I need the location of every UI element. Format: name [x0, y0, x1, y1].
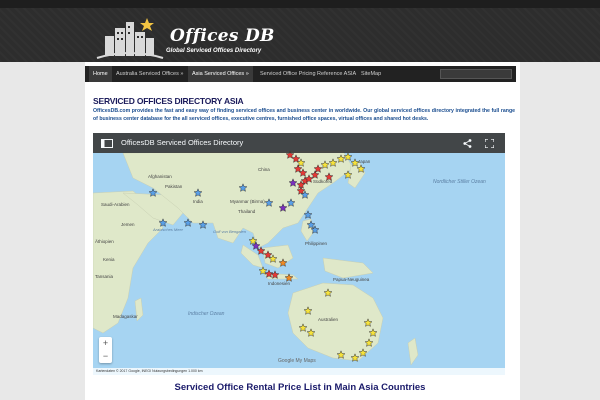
nav-asia[interactable]: Asia Serviced Offices » [188, 66, 253, 82]
label-indian-ocean: Indischer Ozean [188, 311, 225, 317]
label-pakistan: Pakistan [165, 184, 183, 189]
label-myanmar: Myanmar (Birma) [230, 199, 265, 204]
map-toolbar: OfficesDB Serviced Offices Directory [93, 133, 505, 153]
label-jemen: Jemen [121, 222, 135, 227]
zoom-in-button[interactable]: + [99, 337, 112, 350]
intro-paragraph: OfficesDB.com provides the fast and easy… [93, 108, 515, 122]
main-nav: Home Australia Serviced Offices » Asia S… [85, 66, 516, 82]
label-thailand: Thailand [238, 209, 256, 214]
map-title[interactable]: OfficesDB Serviced Offices Directory [121, 138, 243, 147]
label-china: China [258, 167, 270, 172]
top-strip [0, 0, 600, 8]
page-title: SERVICED OFFICES DIRECTORY ASIA [93, 96, 244, 106]
label-japan: Japan [358, 159, 371, 164]
price-list-heading: Serviced Office Rental Price List in Mai… [174, 382, 426, 393]
nav-sitemap[interactable]: SiteMap [357, 66, 385, 82]
label-bengal: Golf von Bengalen [213, 229, 247, 234]
brand-subtitle: Global Serviced Offices Directory [166, 48, 262, 54]
map-footer: Kartendaten © 2017 Google, INEGI Nutzung… [93, 368, 505, 375]
nav-home[interactable]: Home [89, 66, 112, 82]
site-header: Offices DB Global Serviced Offices Direc… [0, 8, 600, 62]
label-papua: Papua-Neuguinea [333, 277, 370, 282]
label-philippinen: Philippinen [305, 241, 328, 246]
search-input[interactable] [440, 69, 512, 79]
embedded-map[interactable]: Nordlicher Stiller Ozean Indischer Ozean… [93, 133, 505, 375]
nav-pricing[interactable]: Serviced Office Pricing Reference ASIA [256, 66, 360, 82]
label-india: India [193, 199, 203, 204]
nav-australia[interactable]: Australia Serviced Offices » [112, 66, 187, 82]
map-attribution-text: Kartendaten © 2017 Google, INEGI Nutzung… [96, 369, 203, 373]
label-saudi: Saudi-Arabien [101, 202, 130, 207]
label-pacific: Nordlicher Stiller Ozean [433, 179, 486, 185]
label-tansania: Tansania [95, 274, 114, 279]
label-suedkorea: Südkorea [313, 179, 333, 184]
label-aethiopien: Äthiopien [95, 238, 114, 244]
label-australien: Australien [318, 317, 339, 322]
label-afghanistan: Afghanistan [148, 174, 172, 179]
label-madagaskar: Madagaskar [113, 314, 138, 319]
map-menu-icon[interactable] [101, 139, 113, 148]
share-icon[interactable] [463, 139, 472, 148]
google-mymaps-logo: Google My Maps [278, 358, 316, 364]
brand-title[interactable]: Offices DB [170, 26, 275, 46]
fullscreen-icon[interactable] [485, 139, 494, 148]
zoom-out-button[interactable]: − [99, 350, 112, 363]
map-canvas[interactable]: Nordlicher Stiller Ozean Indischer Ozean… [93, 133, 505, 375]
zoom-control: + − [99, 337, 112, 363]
label-kenia: Kenia [103, 257, 115, 262]
label-arabian-sea: Arabisches Meer [152, 227, 184, 232]
label-indonesien: Indonesien [268, 281, 291, 286]
